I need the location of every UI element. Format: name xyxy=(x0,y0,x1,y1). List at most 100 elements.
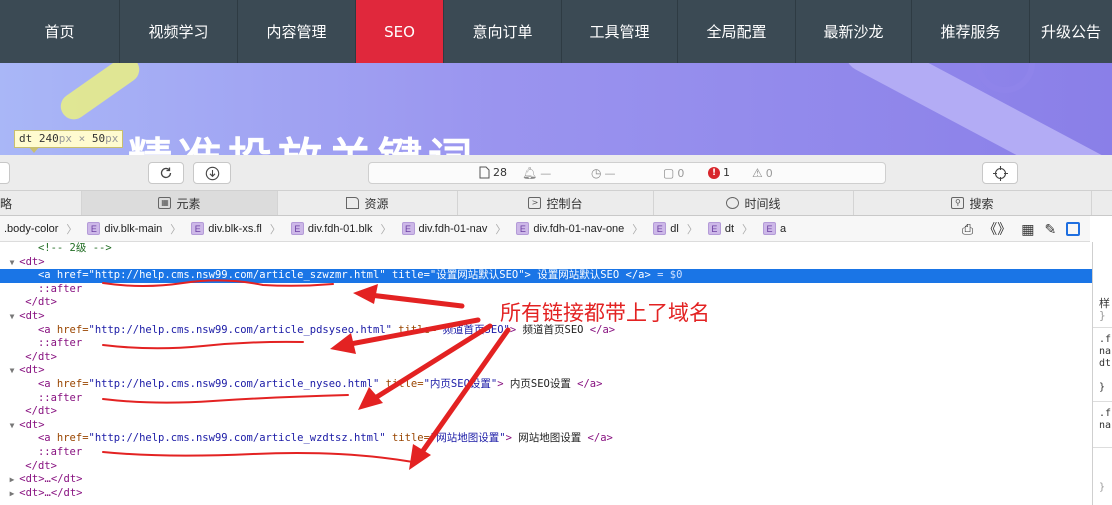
nav-item-tools[interactable]: 工具管理 xyxy=(562,0,678,63)
nav-item-orders[interactable]: 意向订单 xyxy=(444,0,562,63)
close-devtools-button[interactable] xyxy=(0,162,10,184)
timeline-count[interactable]: ◷ — xyxy=(591,166,615,180)
dom-node-dt-close[interactable]: </dt> xyxy=(0,405,1092,419)
reload-icon xyxy=(160,167,172,179)
timeline-icon xyxy=(726,197,740,209)
dom-node-dt[interactable]: ▼ <dt> xyxy=(0,256,1092,270)
nav-item-services[interactable]: 推荐服务 xyxy=(912,0,1030,63)
styles-rule[interactable]: .f na dt} xyxy=(1093,334,1112,402)
tab-elements[interactable]: ▦ 元素 xyxy=(82,191,278,215)
download-icon xyxy=(205,166,219,180)
pen-icon[interactable]: ✎ xyxy=(1044,221,1056,238)
dom-node-a[interactable]: <a href="http://help.cms.nsw99.com/artic… xyxy=(0,378,1092,392)
reload-button[interactable] xyxy=(148,162,184,184)
breadcrumb-item[interactable]: Edl 〉 xyxy=(649,221,704,237)
tab-timeline[interactable]: 时间线 xyxy=(654,191,854,215)
bell-icon: 🔔︎ xyxy=(522,166,538,180)
nav-item-content[interactable]: 内容管理 xyxy=(238,0,356,63)
banner-decoration-tube xyxy=(838,63,1112,155)
styles-sidebar: 样} .f na dt} .f na } xyxy=(1092,242,1112,505)
tooltip-width: 240 xyxy=(38,132,59,145)
element-badge-icon: E xyxy=(401,222,415,235)
dom-pseudo-after[interactable]: ::after xyxy=(0,337,1092,351)
dom-node-dt-collapsed[interactable]: ▶ <dt>…</dt> xyxy=(0,487,1092,501)
download-button[interactable] xyxy=(193,162,231,184)
triangle-right-icon: ▶ xyxy=(0,475,20,485)
crosshair-icon xyxy=(992,165,1008,181)
activity-viewer[interactable]: 28 🔔︎ — ◷ — ▢ 0 ! 1 ⚠︎ 0 xyxy=(368,162,886,184)
nav-item-home[interactable]: 首页 xyxy=(0,0,120,63)
console-icon: > xyxy=(528,197,542,209)
triangle-down-icon: ▼ xyxy=(0,420,20,430)
resources-count[interactable]: 28 xyxy=(479,166,507,179)
tab-search[interactable]: ⚲ 搜索 xyxy=(854,191,1092,215)
element-badge-icon: E xyxy=(653,222,667,235)
tooltip-times: × xyxy=(78,132,86,145)
banner-headline: 精准投放关键词 xyxy=(128,123,478,155)
nav-item-seo[interactable]: SEO xyxy=(356,0,444,63)
tab-truncated[interactable]: 略 xyxy=(0,191,82,215)
devtools-toolbar: 28 🔔︎ — ◷ — ▢ 0 ! 1 ⚠︎ 0 xyxy=(0,155,1112,191)
tooltip-unit-2: px xyxy=(105,132,119,145)
dom-tree: <!-- 2级 --> ▼ <dt> <a href="http://help.… xyxy=(0,242,1092,505)
styles-rule[interactable]: .f na xyxy=(1093,408,1112,448)
nav-item-video[interactable]: 视频学习 xyxy=(120,0,238,63)
triangle-down-icon: ▼ xyxy=(0,366,20,376)
element-badge-icon: E xyxy=(290,222,304,235)
breadcrumb-item[interactable]: Ediv.fdh-01-nav-one 〉 xyxy=(512,221,649,237)
breadcrumb-item[interactable]: Ea xyxy=(759,222,792,235)
nav-item-salon[interactable]: 最新沙龙 xyxy=(796,0,912,63)
dom-node-dt-close[interactable]: </dt> xyxy=(0,351,1092,365)
warning-count[interactable]: ⚠︎ 0 xyxy=(752,166,773,180)
code-icon[interactable]: 《》 xyxy=(983,219,1011,239)
dom-node-a-selected[interactable]: <a href="http://help.cms.nsw99.com/artic… xyxy=(0,269,1092,283)
error-icon: ! xyxy=(708,166,720,179)
dom-node-dt[interactable]: ▼ <dt> xyxy=(0,364,1092,378)
dom-pseudo-after[interactable]: ::after xyxy=(0,446,1092,460)
chevron-right-icon: 〉 xyxy=(269,223,281,236)
element-size-tooltip: dt 240px × 50px xyxy=(14,130,124,153)
triangle-down-icon: ▼ xyxy=(0,312,20,321)
breadcrumb-item[interactable]: Ediv.fdh-01-nav 〉 xyxy=(398,221,513,237)
chevron-right-icon: 〉 xyxy=(380,223,392,236)
chevron-right-icon: 〉 xyxy=(742,223,754,236)
styles-rule-close: } xyxy=(1099,482,1106,493)
dom-node-dt[interactable]: ▼ <dt> xyxy=(0,419,1092,433)
dom-node-a[interactable]: <a href="http://help.cms.nsw99.com/artic… xyxy=(0,432,1092,446)
document-icon xyxy=(479,166,490,179)
log-count[interactable]: ▢ 0 xyxy=(663,166,684,180)
network-count[interactable]: 🔔︎ — xyxy=(522,166,551,180)
print-icon[interactable]: ⎙ xyxy=(962,221,973,238)
tab-console[interactable]: > 控制台 xyxy=(458,191,654,215)
breadcrumb-item[interactable]: Edt 〉 xyxy=(704,221,759,237)
grid-icon[interactable]: ▦ xyxy=(1021,221,1034,238)
nav-item-global-config[interactable]: 全局配置 xyxy=(678,0,796,63)
element-badge-icon: E xyxy=(87,222,101,235)
inspect-button[interactable] xyxy=(982,162,1018,184)
nav-item-upgrade[interactable]: 升级公告 xyxy=(1030,0,1112,63)
tooltip-height: 50 xyxy=(91,132,106,145)
element-badge-icon: E xyxy=(516,222,530,235)
devtools-tab-bar: 略 ▦ 元素 资源 > 控制台 时间线 ⚲ 搜索 xyxy=(0,191,1112,216)
element-badge-icon: E xyxy=(707,222,721,235)
dom-node-dt-close[interactable]: </dt> xyxy=(0,460,1092,474)
dom-pseudo-after[interactable]: ::after xyxy=(0,392,1092,406)
dom-comment[interactable]: <!-- 2级 --> xyxy=(0,242,1092,256)
breadcrumb-item[interactable]: .body-color 〉 xyxy=(0,221,83,237)
warning-icon: ⚠︎ xyxy=(752,166,763,180)
clock-icon: ◷ xyxy=(591,166,602,180)
message-icon: ▢ xyxy=(663,166,675,180)
annotation-note: 所有链接都带上了域名 xyxy=(500,301,710,325)
sidebar-toggle-icon[interactable] xyxy=(1066,222,1081,236)
styles-section: 样} xyxy=(1093,298,1112,328)
breadcrumb-item[interactable]: Ediv.blk-xs.fl 〉 xyxy=(187,221,287,237)
breadcrumb-item[interactable]: Ediv.blk-main 〉 xyxy=(83,221,187,237)
chevron-right-icon: 〉 xyxy=(686,223,698,236)
error-count[interactable]: ! 1 xyxy=(708,166,730,179)
tab-resources[interactable]: 资源 xyxy=(278,191,458,215)
elements-icon: ▦ xyxy=(158,197,172,209)
dom-node-dt-collapsed[interactable]: ▶ <dt>…</dt> xyxy=(0,473,1092,487)
dom-pseudo-after[interactable]: ::after xyxy=(0,283,1092,297)
breadcrumb-item[interactable]: Ediv.fdh-01.blk 〉 xyxy=(287,221,398,237)
banner-decoration xyxy=(55,63,145,125)
